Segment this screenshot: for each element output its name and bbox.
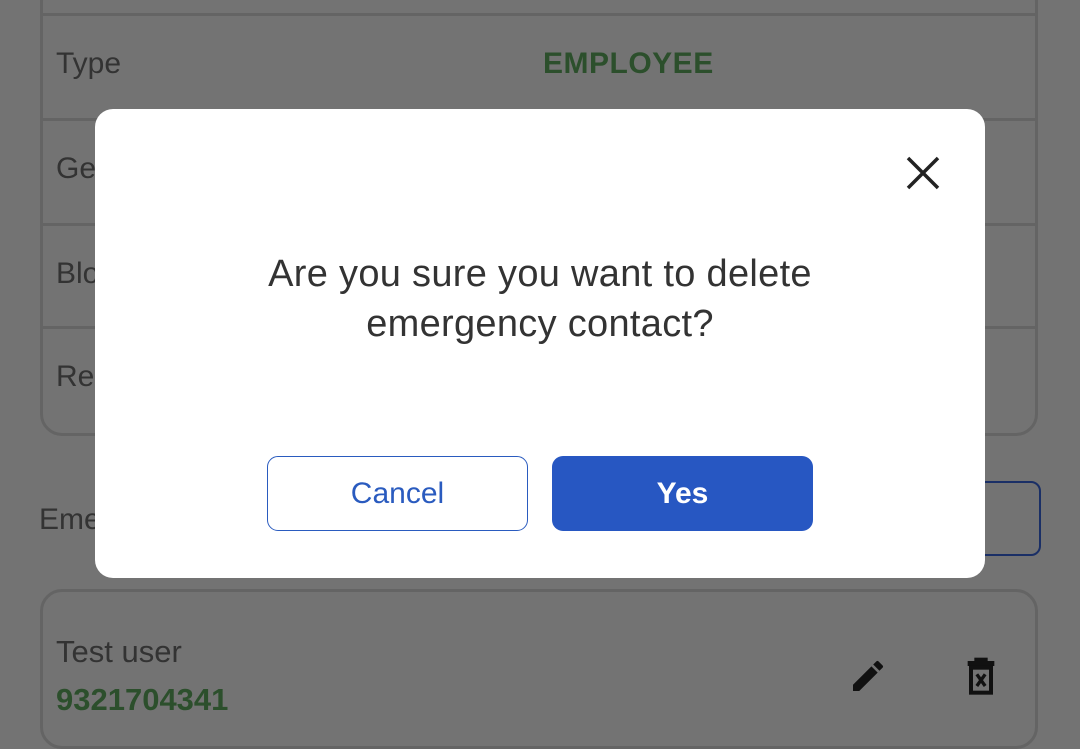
contact-name: Test user: [56, 634, 182, 669]
yes-button[interactable]: Yes: [552, 456, 813, 531]
dialog-message-line: Are you sure you want to delete: [268, 253, 812, 295]
row-label: Blo: [56, 257, 100, 290]
delete-confirm-dialog: Are you sure you want to delete emergenc…: [95, 109, 985, 578]
close-icon[interactable]: [903, 153, 943, 193]
row-label: Type: [56, 47, 122, 80]
dialog-message: Are you sure you want to delete emergenc…: [95, 249, 985, 349]
cancel-button[interactable]: Cancel: [267, 456, 528, 531]
row-value: EMPLOYEE: [543, 47, 714, 80]
row-label: Ge: [56, 152, 97, 185]
contact-phone: 9321704341: [56, 682, 229, 717]
dialog-message-line: emergency contact?: [366, 303, 714, 345]
pencil-icon[interactable]: [848, 656, 888, 696]
trash-x-icon[interactable]: [963, 656, 999, 696]
emergency-heading: Eme: [39, 503, 101, 536]
row-label: Re: [56, 360, 95, 393]
contact-card: Test user 9321704341: [40, 589, 1038, 749]
details-row-type: Type EMPLOYEE: [43, 13, 1035, 121]
